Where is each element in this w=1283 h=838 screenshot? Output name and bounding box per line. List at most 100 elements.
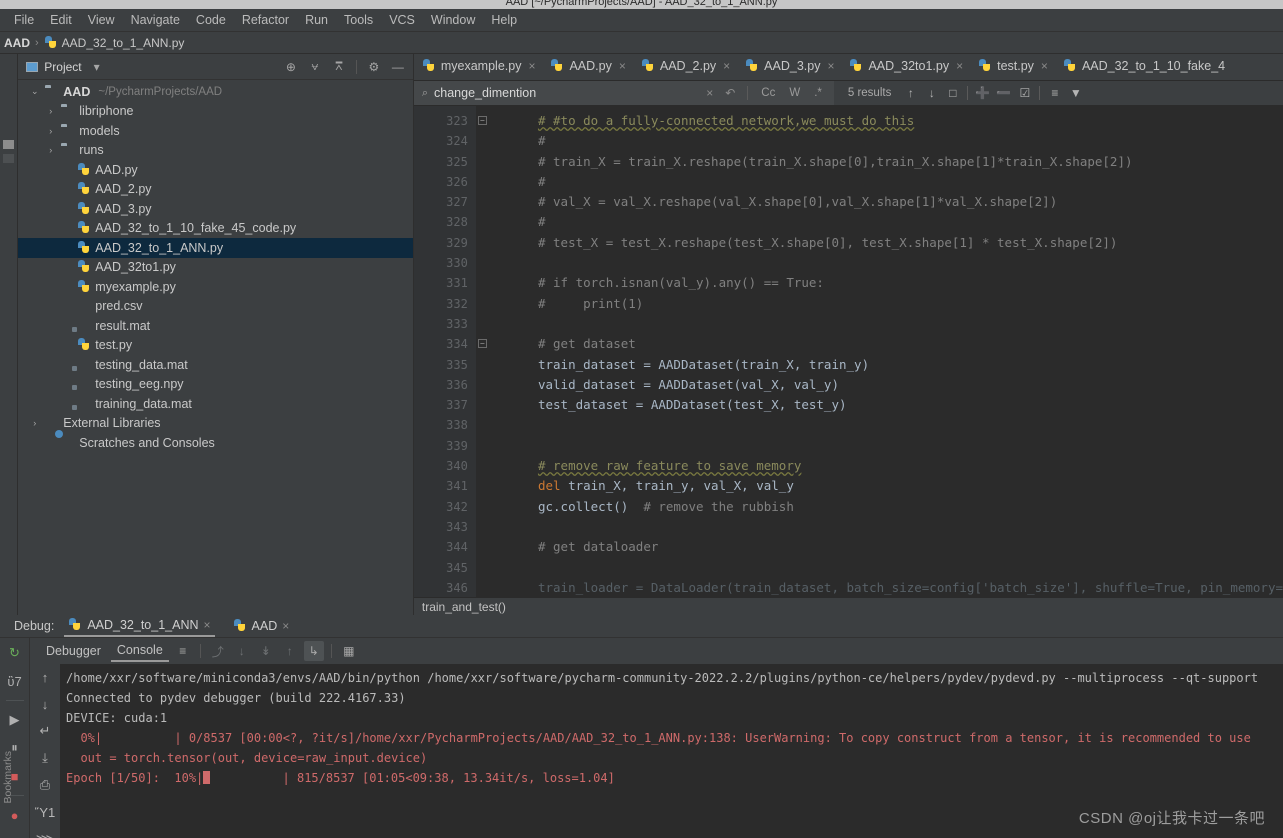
code-line[interactable]: # #to do a fully-connected network,we mu… (508, 111, 1283, 131)
debug-tab[interactable]: AAD × (229, 616, 294, 636)
force-step-into-icon[interactable]: ↡ (256, 641, 276, 661)
debug-subtab-console[interactable]: Console (110, 640, 169, 662)
tree-item[interactable]: AAD_32_to_1_ANN.py (18, 238, 413, 258)
match-case-toggle[interactable]: Cc (757, 87, 779, 99)
layout-icon[interactable]: ≡ (173, 641, 193, 661)
code-line[interactable]: # train_X = train_X.reshape(train_X.shap… (508, 152, 1283, 172)
scroll-to-end-icon[interactable]: ⤓ (36, 749, 54, 767)
editor-tab[interactable]: myexample.py × (414, 54, 543, 80)
code-line[interactable]: train_dataset = AADDataset(train_X, trai… (508, 355, 1283, 375)
fast-forward-icon[interactable]: ⋙ (36, 830, 55, 838)
tree-item[interactable]: AAD.py (18, 160, 413, 180)
code-line[interactable]: # get dataset (508, 334, 1283, 354)
tree-item[interactable]: testing_eeg.npy (18, 375, 413, 395)
chevron-icon[interactable]: › (28, 418, 41, 428)
tree-item[interactable]: › libriphone (18, 102, 413, 122)
code-line[interactable]: valid_dataset = AADDataset(val_X, val_y) (508, 375, 1283, 395)
debug-subtab-debugger[interactable]: Debugger (40, 641, 107, 661)
find-next-icon[interactable]: ↓ (922, 84, 941, 103)
regex-toggle[interactable]: .* (810, 87, 826, 99)
chevron-icon[interactable]: › (44, 126, 57, 136)
locate-file-icon[interactable]: ⊕ (282, 58, 300, 76)
menu-item-view[interactable]: View (80, 11, 123, 29)
step-over-icon[interactable]: ⤴ (208, 641, 228, 661)
run-to-cursor-icon[interactable]: ↳ (303, 641, 324, 661)
search-history-icon[interactable]: ↶ (722, 86, 738, 100)
resume-icon[interactable]: ▶ (6, 711, 24, 729)
code-line[interactable] (508, 517, 1283, 537)
code-editor[interactable]: 323− 324 325 326 327 328 329 330 331 332 333 334− 33… (413, 106, 1283, 597)
code-line[interactable]: # remove raw feature to save memory (508, 456, 1283, 476)
add-occurrence-icon[interactable]: ➕ (973, 84, 992, 103)
gear-icon[interactable]: ⚙ (365, 58, 383, 76)
menu-item-tools[interactable]: Tools (336, 11, 381, 29)
code-line[interactable]: # (508, 212, 1283, 232)
debug-tab[interactable]: AAD_32_to_1_ANN × (64, 615, 215, 637)
close-icon[interactable]: × (282, 619, 289, 633)
close-icon[interactable]: × (827, 59, 834, 73)
evaluate-icon[interactable]: ▦ (339, 641, 359, 661)
step-out-icon[interactable]: ↑ (280, 641, 300, 661)
code-line[interactable] (508, 436, 1283, 456)
tree-item[interactable]: myexample.py (18, 277, 413, 297)
tree-item[interactable]: AAD_32to1.py (18, 258, 413, 278)
code-line[interactable]: del train_X, train_y, val_X, val_y (508, 476, 1283, 496)
tree-item[interactable]: pred.csv (18, 297, 413, 317)
select-all-occurrences-icon[interactable]: □ (943, 84, 962, 103)
code-line[interactable] (508, 253, 1283, 273)
code-line[interactable]: # print(1) (508, 294, 1283, 314)
mute-breakpoints-icon[interactable]: ⊘ (6, 834, 24, 838)
editor-tab[interactable]: AAD_3.py × (737, 54, 841, 80)
code-fold-icon[interactable]: − (477, 339, 487, 349)
menu-item-code[interactable]: Code (188, 11, 234, 29)
tree-item[interactable]: training_data.mat (18, 394, 413, 414)
close-icon[interactable]: × (528, 59, 535, 73)
breakpoints-icon[interactable]: ● (6, 806, 24, 824)
rerun-icon[interactable]: ↻ (6, 644, 24, 662)
scroll-up-icon[interactable]: ↑ (36, 668, 54, 686)
find-previous-icon[interactable]: ↑ (901, 84, 920, 103)
tree-item[interactable]: › External Libraries (18, 414, 413, 434)
tree-item[interactable]: AAD_32_to_1_10_fake_45_code.py (18, 219, 413, 239)
tree-item[interactable]: result.mat (18, 316, 413, 336)
wrench-icon[interactable]: ὒ7 (6, 672, 24, 690)
code-fold-icon[interactable]: − (477, 116, 487, 125)
clear-all-icon[interactable]: Ὕ1 (35, 803, 55, 821)
find-input[interactable]: change_dimention (434, 86, 697, 100)
breadcrumb-project[interactable]: AAD (4, 36, 30, 50)
step-into-icon[interactable]: ↓ (232, 641, 252, 661)
soft-wrap-icon[interactable]: ↵ (36, 722, 54, 740)
editor-tab[interactable]: AAD_2.py × (633, 54, 737, 80)
menu-item-navigate[interactable]: Navigate (123, 11, 188, 29)
menu-item-file[interactable]: File (6, 11, 42, 29)
bookmarks-tool-label[interactable]: Bookmarks (2, 751, 14, 804)
tree-item[interactable]: test.py (18, 336, 413, 356)
tool-window-chip-1[interactable] (3, 140, 14, 149)
editor-tab[interactable]: AAD_32to1.py × (841, 54, 970, 80)
tree-item[interactable]: › runs (18, 141, 413, 161)
editor-tab[interactable]: AAD_32_to_1_10_fake_4 (1055, 54, 1232, 80)
chevron-icon[interactable]: ⌄ (28, 86, 41, 97)
close-icon[interactable]: × (204, 618, 211, 632)
code-content[interactable]: # #to do a fully-connected network,we mu… (476, 106, 1283, 597)
find-input-wrapper[interactable]: ⌕ change_dimention × ↶ Cc W .* (413, 81, 834, 105)
tree-item[interactable]: AAD_3.py (18, 199, 413, 219)
code-line[interactable]: # (508, 172, 1283, 192)
menu-item-edit[interactable]: Edit (42, 11, 80, 29)
menu-item-vcs[interactable]: VCS (381, 11, 423, 29)
tree-item[interactable]: AAD_2.py (18, 180, 413, 200)
filter-icon[interactable]: ▼ (1066, 84, 1085, 103)
close-icon[interactable]: × (723, 59, 730, 73)
code-line[interactable] (508, 415, 1283, 435)
code-line[interactable] (508, 314, 1283, 334)
code-line[interactable]: # test_X = test_X.reshape(test_X.shape[0… (508, 233, 1283, 253)
tree-item[interactable]: ⌄ AAD ~/PycharmProjects/AAD (18, 82, 413, 102)
hide-panel-icon[interactable]: — (389, 58, 407, 76)
code-line[interactable]: gc.collect() # remove the rubbish (508, 497, 1283, 517)
clear-search-icon[interactable]: × (703, 86, 716, 100)
tree-item[interactable]: Scratches and Consoles (18, 433, 413, 453)
select-occurrences-icon[interactable]: ☑ (1015, 84, 1034, 103)
close-icon[interactable]: × (1041, 59, 1048, 73)
menu-item-help[interactable]: Help (483, 11, 525, 29)
editor-tab[interactable]: test.py × (970, 54, 1055, 80)
